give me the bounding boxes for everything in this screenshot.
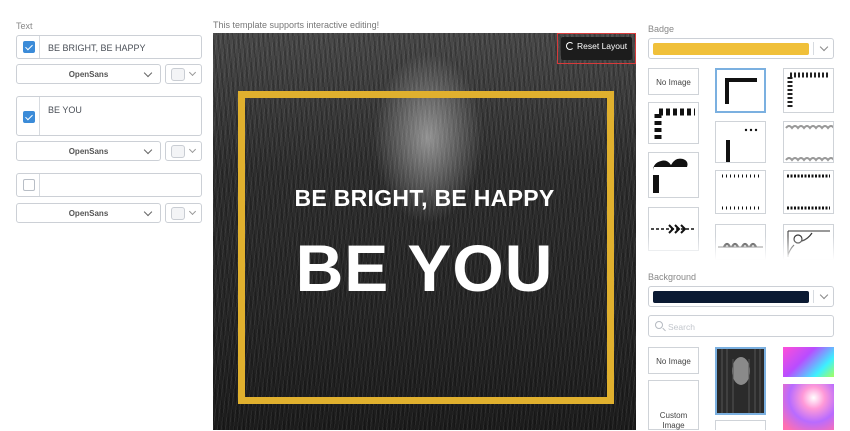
text-section-label: Text	[16, 21, 33, 31]
badge-no-image-label: No Image	[656, 78, 691, 87]
ornament-corner-icon	[653, 158, 688, 193]
background-tile-partial[interactable]	[715, 420, 766, 430]
color-select-1[interactable]	[165, 64, 202, 84]
badge-tile-dotted-bar-border[interactable]	[783, 170, 834, 214]
background-search-input[interactable]: Search	[668, 322, 695, 332]
background-search[interactable]: Search	[648, 315, 834, 337]
badge-tile-corner-line-dots[interactable]	[715, 121, 766, 163]
editing-hint: This template supports interactive editi…	[213, 20, 380, 30]
font-select-1-value: OpenSans	[68, 70, 109, 79]
text-row-2[interactable]: BE YOU	[16, 96, 202, 136]
background-color-swatch	[653, 291, 809, 303]
text-row-3-checkbox[interactable]	[23, 179, 35, 191]
reset-layout-label: Reset Layout	[577, 41, 628, 51]
chevron-down-icon	[188, 68, 197, 77]
background-color-select[interactable]	[648, 286, 834, 307]
hair-photo-thumbnail	[717, 349, 764, 413]
color-select-3[interactable]	[165, 203, 202, 223]
text-row-2-input[interactable]: BE YOU	[48, 105, 82, 115]
badge-section-label: Badge	[648, 24, 675, 34]
chevron-down-icon	[188, 207, 197, 216]
badge-tile-dotted-line-border[interactable]	[715, 170, 766, 214]
dotted-bar-icon	[787, 174, 830, 210]
badge-color-select[interactable]	[648, 38, 834, 59]
color-swatch	[171, 68, 185, 81]
text-row-2-checkbox[interactable]	[23, 111, 35, 123]
text-row-1-checkbox[interactable]	[23, 41, 35, 53]
chevron-down-icon	[819, 290, 829, 300]
font-select-2[interactable]: OpenSans	[16, 141, 161, 161]
text-row-divider	[39, 174, 40, 196]
color-swatch	[171, 207, 185, 220]
background-tile-photo[interactable]	[715, 347, 766, 415]
headline-small[interactable]: BE BRIGHT, BE HAPPY	[213, 185, 636, 212]
badge-color-swatch	[653, 43, 809, 55]
scallop-border-icon	[785, 125, 835, 162]
badge-tile-corner-ornament-black[interactable]	[648, 152, 699, 198]
corner-bracket-icon	[725, 78, 757, 104]
chevron-down-icon	[188, 145, 197, 154]
badge-tile-no-image[interactable]: No Image	[648, 68, 699, 95]
background-tile-custom-image[interactable]: Custom Image	[648, 380, 699, 430]
dotted-border-icon	[722, 174, 760, 210]
design-canvas[interactable]: BE BRIGHT, BE HAPPY BE YOU	[213, 33, 636, 430]
striped-corner-icon	[654, 108, 695, 139]
color-select-2[interactable]	[165, 141, 202, 161]
background-tile-no-image[interactable]: No Image	[648, 347, 699, 374]
dropdown-separator	[813, 290, 814, 303]
badge-tile-corner-bracket-thick[interactable]	[715, 68, 766, 113]
font-select-2-value: OpenSans	[68, 147, 109, 156]
refresh-icon	[566, 42, 574, 50]
font-select-1[interactable]: OpenSans	[16, 64, 161, 84]
dropdown-separator	[813, 42, 814, 55]
reset-layout-highlight: Reset Layout	[557, 33, 636, 64]
text-row-3[interactable]	[16, 173, 202, 197]
text-row-divider	[39, 36, 40, 58]
background-section-label: Background	[648, 272, 697, 282]
badge-tile-scallop-border[interactable]	[783, 121, 835, 163]
font-select-3[interactable]: OpenSans	[16, 203, 161, 223]
badge-tile-corner-dots-stamp[interactable]	[783, 68, 834, 113]
text-row-1-input[interactable]: BE BRIGHT, BE HAPPY	[48, 43, 146, 53]
custom-image-label: Custom Image	[659, 411, 688, 430]
background-no-image-label: No Image	[656, 357, 691, 366]
font-select-3-value: OpenSans	[68, 209, 109, 218]
background-tile-holo-2[interactable]	[783, 384, 834, 430]
reset-layout-button[interactable]: Reset Layout	[561, 37, 632, 60]
search-icon	[655, 321, 663, 329]
color-swatch	[171, 145, 185, 158]
badge-tile-corner-stripes[interactable]	[648, 102, 699, 144]
text-row-1[interactable]: BE BRIGHT, BE HAPPY	[16, 35, 202, 59]
badge-grid-fade	[646, 236, 836, 260]
stamp-border-icon	[787, 72, 829, 107]
text-row-divider	[39, 97, 40, 135]
line-dots-corner-icon	[726, 128, 758, 162]
chevron-down-icon	[819, 42, 829, 52]
background-tile-holo-1[interactable]	[783, 347, 834, 377]
headline-large[interactable]: BE YOU	[213, 230, 636, 306]
